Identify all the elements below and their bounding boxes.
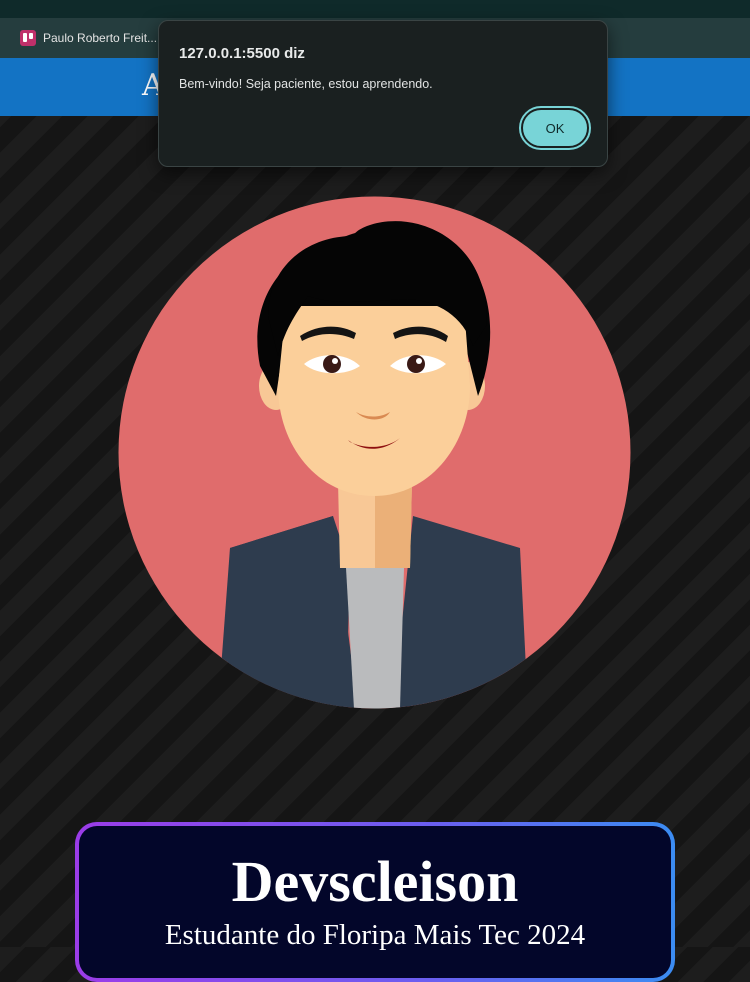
ok-button[interactable]: OK: [519, 106, 591, 150]
bookmark-item[interactable]: Paulo Roberto Freit...: [20, 30, 157, 46]
trello-icon: [20, 30, 36, 46]
alert-message: Bem-vindo! Seja paciente, estou aprenden…: [179, 77, 433, 91]
developer-avatar-icon: [118, 196, 631, 709]
browser-titlebar-strip: [0, 0, 750, 18]
alert-origin: 127.0.0.1:5500 diz: [179, 45, 305, 62]
bookmark-label: Paulo Roberto Freit...: [43, 31, 158, 45]
alert-dialog: 127.0.0.1:5500 diz Bem-vindo! Seja pacie…: [158, 20, 608, 167]
avatar: [118, 196, 631, 709]
profile-card: Devscleison Estudante do Floripa Mais Te…: [75, 822, 675, 982]
profile-name: Devscleison: [231, 849, 519, 914]
profile-card-body: Devscleison Estudante do Floripa Mais Te…: [79, 826, 671, 978]
